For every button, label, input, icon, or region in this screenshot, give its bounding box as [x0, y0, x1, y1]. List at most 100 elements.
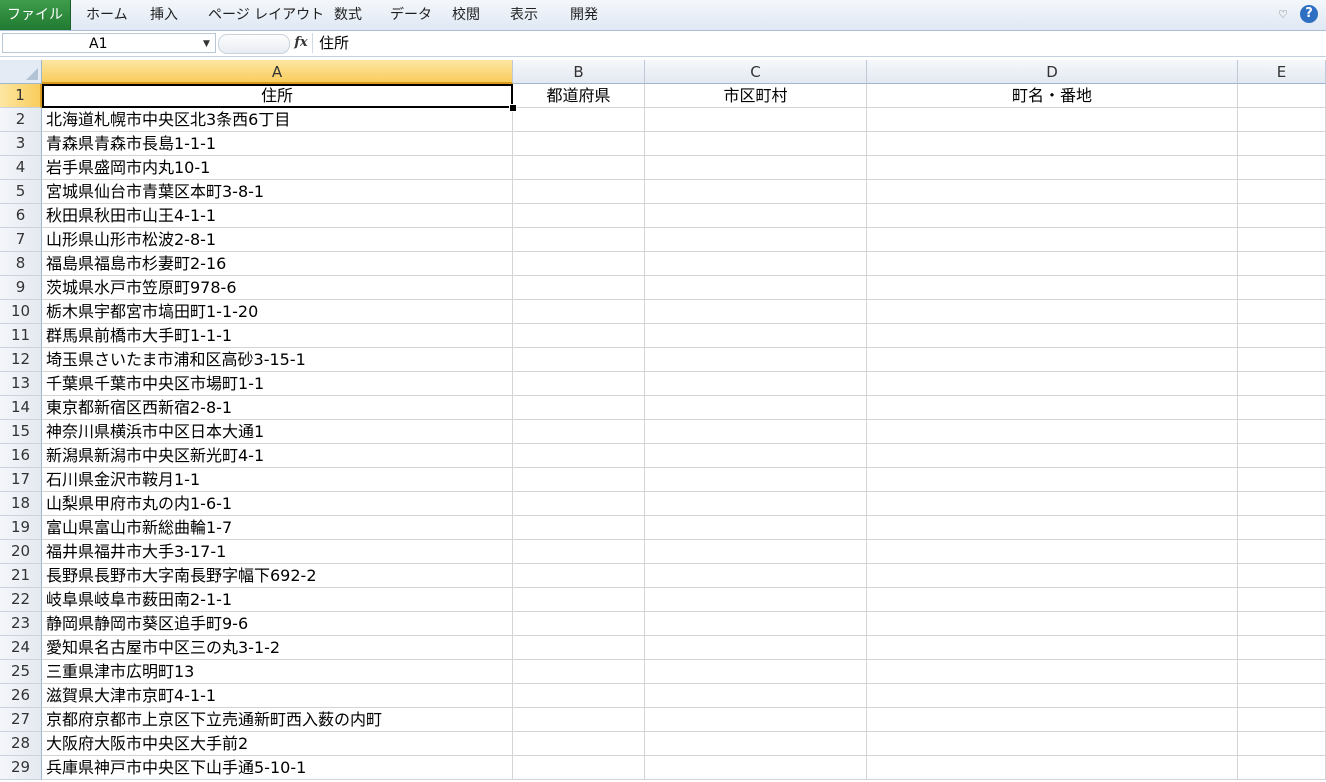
row-header[interactable]: 4	[0, 156, 42, 180]
cell-b24[interactable]	[513, 636, 645, 660]
fx-icon[interactable]: fx	[291, 33, 311, 53]
cell-e1[interactable]	[1238, 84, 1326, 108]
chevron-down-icon[interactable]: ▼	[203, 34, 210, 54]
row-header[interactable]: 6	[0, 204, 42, 228]
ribbon-collapse-icon[interactable]: ♡	[1274, 6, 1292, 24]
cell-e25[interactable]	[1238, 660, 1326, 684]
cell-e29[interactable]	[1238, 756, 1326, 780]
row-header[interactable]: 19	[0, 516, 42, 540]
cell-c8[interactable]	[645, 252, 867, 276]
cell-e17[interactable]	[1238, 468, 1326, 492]
cell-d20[interactable]	[867, 540, 1238, 564]
cell-c25[interactable]	[645, 660, 867, 684]
cell-c5[interactable]	[645, 180, 867, 204]
cell-a16[interactable]: 新潟県新潟市中央区新光町4-1	[42, 444, 513, 468]
cell-e27[interactable]	[1238, 708, 1326, 732]
cell-e3[interactable]	[1238, 132, 1326, 156]
cell-c23[interactable]	[645, 612, 867, 636]
row-header[interactable]: 7	[0, 228, 42, 252]
select-all-button[interactable]	[0, 60, 42, 84]
cell-d27[interactable]	[867, 708, 1238, 732]
cell-b1[interactable]: 都道府県	[513, 84, 645, 108]
cell-e23[interactable]	[1238, 612, 1326, 636]
cell-b23[interactable]	[513, 612, 645, 636]
cell-c7[interactable]	[645, 228, 867, 252]
cell-b11[interactable]	[513, 324, 645, 348]
row-header[interactable]: 26	[0, 684, 42, 708]
row-header[interactable]: 1	[0, 84, 42, 108]
name-box-splitter[interactable]	[218, 34, 290, 54]
row-header[interactable]: 5	[0, 180, 42, 204]
cell-c14[interactable]	[645, 396, 867, 420]
cell-a17[interactable]: 石川県金沢市鞍月1-1	[42, 468, 513, 492]
row-header[interactable]: 18	[0, 492, 42, 516]
cell-a19[interactable]: 富山県富山市新総曲輪1-7	[42, 516, 513, 540]
row-header[interactable]: 21	[0, 564, 42, 588]
cell-e6[interactable]	[1238, 204, 1326, 228]
cell-b14[interactable]	[513, 396, 645, 420]
cell-e21[interactable]	[1238, 564, 1326, 588]
cell-a27[interactable]: 京都府京都市上京区下立売通新町西入薮の内町	[42, 708, 513, 732]
cell-d6[interactable]	[867, 204, 1238, 228]
cell-b19[interactable]	[513, 516, 645, 540]
cell-d23[interactable]	[867, 612, 1238, 636]
cell-c16[interactable]	[645, 444, 867, 468]
row-header[interactable]: 17	[0, 468, 42, 492]
fill-handle[interactable]	[509, 104, 517, 112]
cell-e8[interactable]	[1238, 252, 1326, 276]
cell-b29[interactable]	[513, 756, 645, 780]
ribbon-tab-8[interactable]: 開発	[570, 0, 598, 30]
column-header-b[interactable]: B	[513, 60, 645, 84]
row-header[interactable]: 9	[0, 276, 42, 300]
cell-b16[interactable]	[513, 444, 645, 468]
row-header[interactable]: 28	[0, 732, 42, 756]
cell-b18[interactable]	[513, 492, 645, 516]
cell-e2[interactable]	[1238, 108, 1326, 132]
cell-b15[interactable]	[513, 420, 645, 444]
cell-a7[interactable]: 山形県山形市松波2-8-1	[42, 228, 513, 252]
cell-b22[interactable]	[513, 588, 645, 612]
row-header[interactable]: 12	[0, 348, 42, 372]
column-header-e[interactable]: E	[1238, 60, 1326, 84]
cell-c2[interactable]	[645, 108, 867, 132]
cell-d14[interactable]	[867, 396, 1238, 420]
column-header-c[interactable]: C	[645, 60, 867, 84]
ribbon-tab-4[interactable]: 数式	[334, 0, 362, 30]
row-header[interactable]: 10	[0, 300, 42, 324]
name-box[interactable]: A1 ▼	[2, 33, 216, 53]
cell-a13[interactable]: 千葉県千葉市中央区市場町1-1	[42, 372, 513, 396]
cell-a21[interactable]: 長野県長野市大字南長野字幅下692-2	[42, 564, 513, 588]
cell-e5[interactable]	[1238, 180, 1326, 204]
cell-b10[interactable]	[513, 300, 645, 324]
cell-c21[interactable]	[645, 564, 867, 588]
cell-e28[interactable]	[1238, 732, 1326, 756]
cell-c3[interactable]	[645, 132, 867, 156]
cell-b8[interactable]	[513, 252, 645, 276]
cell-d16[interactable]	[867, 444, 1238, 468]
cell-b17[interactable]	[513, 468, 645, 492]
cell-a3[interactable]: 青森県青森市長島1-1-1	[42, 132, 513, 156]
cell-c1[interactable]: 市区町村	[645, 84, 867, 108]
cell-a10[interactable]: 栃木県宇都宮市塙田町1-1-20	[42, 300, 513, 324]
row-header[interactable]: 16	[0, 444, 42, 468]
cell-a20[interactable]: 福井県福井市大手3-17-1	[42, 540, 513, 564]
row-header[interactable]: 14	[0, 396, 42, 420]
cell-c12[interactable]	[645, 348, 867, 372]
ribbon-tab-5[interactable]: データ	[390, 0, 432, 30]
cell-e10[interactable]	[1238, 300, 1326, 324]
cell-c11[interactable]	[645, 324, 867, 348]
cell-c15[interactable]	[645, 420, 867, 444]
cell-d25[interactable]	[867, 660, 1238, 684]
cell-a24[interactable]: 愛知県名古屋市中区三の丸3-1-2	[42, 636, 513, 660]
row-header[interactable]: 13	[0, 372, 42, 396]
cell-a26[interactable]: 滋賀県大津市京町4-1-1	[42, 684, 513, 708]
cell-b6[interactable]	[513, 204, 645, 228]
cell-c9[interactable]	[645, 276, 867, 300]
cell-a6[interactable]: 秋田県秋田市山王4-1-1	[42, 204, 513, 228]
cell-d18[interactable]	[867, 492, 1238, 516]
cell-d3[interactable]	[867, 132, 1238, 156]
cell-c22[interactable]	[645, 588, 867, 612]
cell-d22[interactable]	[867, 588, 1238, 612]
cell-d21[interactable]	[867, 564, 1238, 588]
cell-e26[interactable]	[1238, 684, 1326, 708]
